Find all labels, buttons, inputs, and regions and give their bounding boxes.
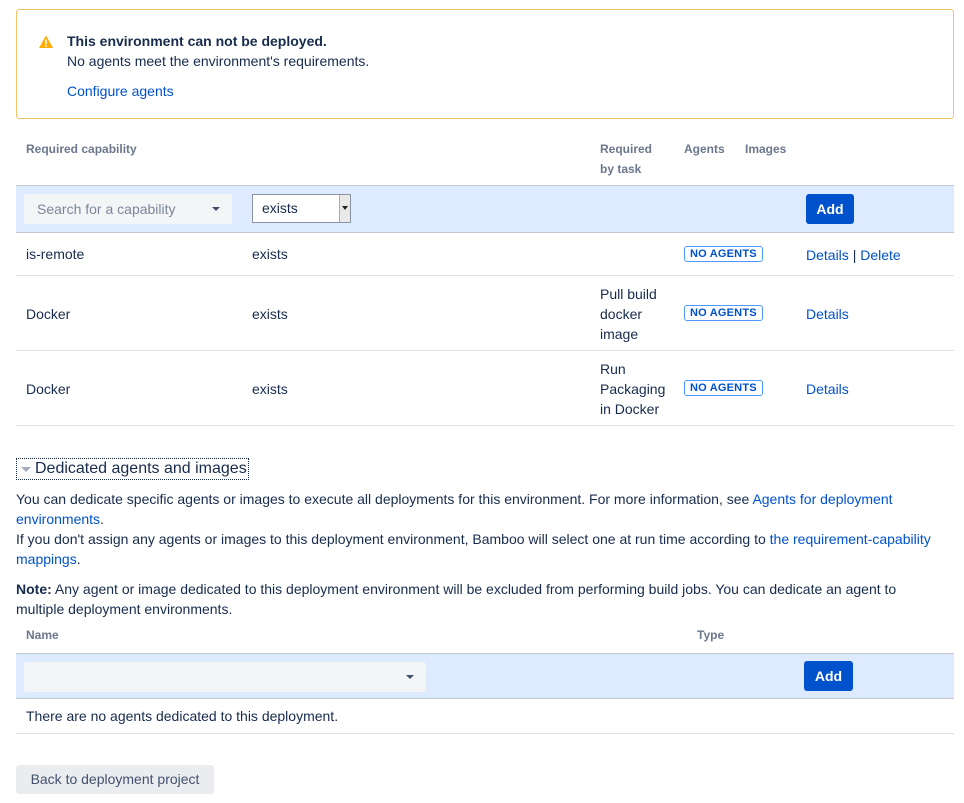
no-agents-badge: NO AGENTS — [684, 305, 763, 321]
requirements-header: Required capability Required by task Age… — [16, 119, 954, 185]
add-requirement-button[interactable]: Add — [806, 194, 854, 224]
collapse-triangle-icon — [21, 467, 31, 472]
header-images: Images — [745, 142, 787, 156]
no-agents-badge: NO AGENTS — [684, 246, 763, 262]
add-dedicated-agent-button[interactable]: Add — [804, 661, 853, 691]
table-row: Docker exists Run Packaging in Docker NO… — [16, 351, 954, 426]
header-type: Type — [697, 628, 725, 642]
row-condition: exists — [252, 246, 288, 262]
row-required-by-task: Pull build docker image — [600, 286, 657, 342]
table-row: is-remote exists NO AGENTS Details | Del… — [16, 233, 954, 276]
row-required-by-task: Run Packaging in Docker — [600, 361, 666, 417]
warning-title: This environment can not be deployed. — [67, 33, 327, 49]
note-label: Note: — [16, 581, 52, 597]
row-condition: exists — [252, 306, 288, 322]
delete-link[interactable]: Delete — [860, 247, 900, 263]
action-separator: | — [852, 247, 857, 263]
header-name: Name — [26, 628, 59, 642]
header-required-capability: Required capability — [26, 142, 137, 156]
chevron-down-icon — [406, 675, 414, 679]
no-agents-badge: NO AGENTS — [684, 380, 763, 396]
row-actions: Details | Delete — [806, 245, 901, 265]
dedicated-heading-label: Dedicated agents and images — [35, 460, 247, 477]
dedicated-note: Note: Any agent or image dedicated to th… — [16, 581, 897, 617]
back-to-deployment-button[interactable]: Back to deployment project — [16, 765, 214, 794]
row-actions: Details — [806, 379, 849, 399]
dedicated-info-paragraph: You can dedicate specific agents or imag… — [16, 491, 931, 567]
details-link[interactable]: Details — [806, 306, 849, 322]
warning-body: No agents meet the environment's require… — [67, 53, 370, 69]
details-link[interactable]: Details — [806, 381, 849, 397]
table-row: Docker exists Pull build docker image NO… — [16, 276, 954, 351]
dedicated-agents-toggle[interactable]: Dedicated agents and images — [16, 458, 249, 480]
row-condition: exists — [252, 381, 288, 397]
agent-select[interactable] — [24, 662, 426, 692]
page-content: This environment can not be deployed. No… — [16, 9, 954, 794]
add-dedicated-agent-row: Add — [16, 653, 954, 699]
select-arrow-icon — [339, 195, 350, 222]
capability-search-select[interactable]: Search for a capability — [24, 194, 232, 224]
warning-banner: This environment can not be deployed. No… — [16, 9, 954, 119]
row-capability: Docker — [26, 381, 71, 397]
warning-icon — [39, 35, 53, 48]
configure-agents-link[interactable]: Configure agents — [67, 83, 174, 99]
chevron-down-icon — [212, 207, 220, 211]
header-agents: Agents — [684, 142, 725, 156]
row-actions: Details — [806, 304, 849, 324]
operator-value: exists — [262, 200, 298, 216]
empty-message: There are no agents dedicated to this de… — [26, 708, 339, 724]
capability-search-placeholder: Search for a capability — [37, 201, 176, 217]
details-link[interactable]: Details — [806, 247, 849, 263]
row-capability: is-remote — [26, 246, 85, 262]
add-requirement-row: Search for a capability exists Add — [16, 185, 954, 233]
header-required-by-task: Required by task — [600, 142, 653, 176]
empty-dedicated-row: There are no agents dedicated to this de… — [16, 699, 954, 734]
operator-select[interactable]: exists — [252, 194, 351, 223]
row-capability: Docker — [26, 306, 71, 322]
